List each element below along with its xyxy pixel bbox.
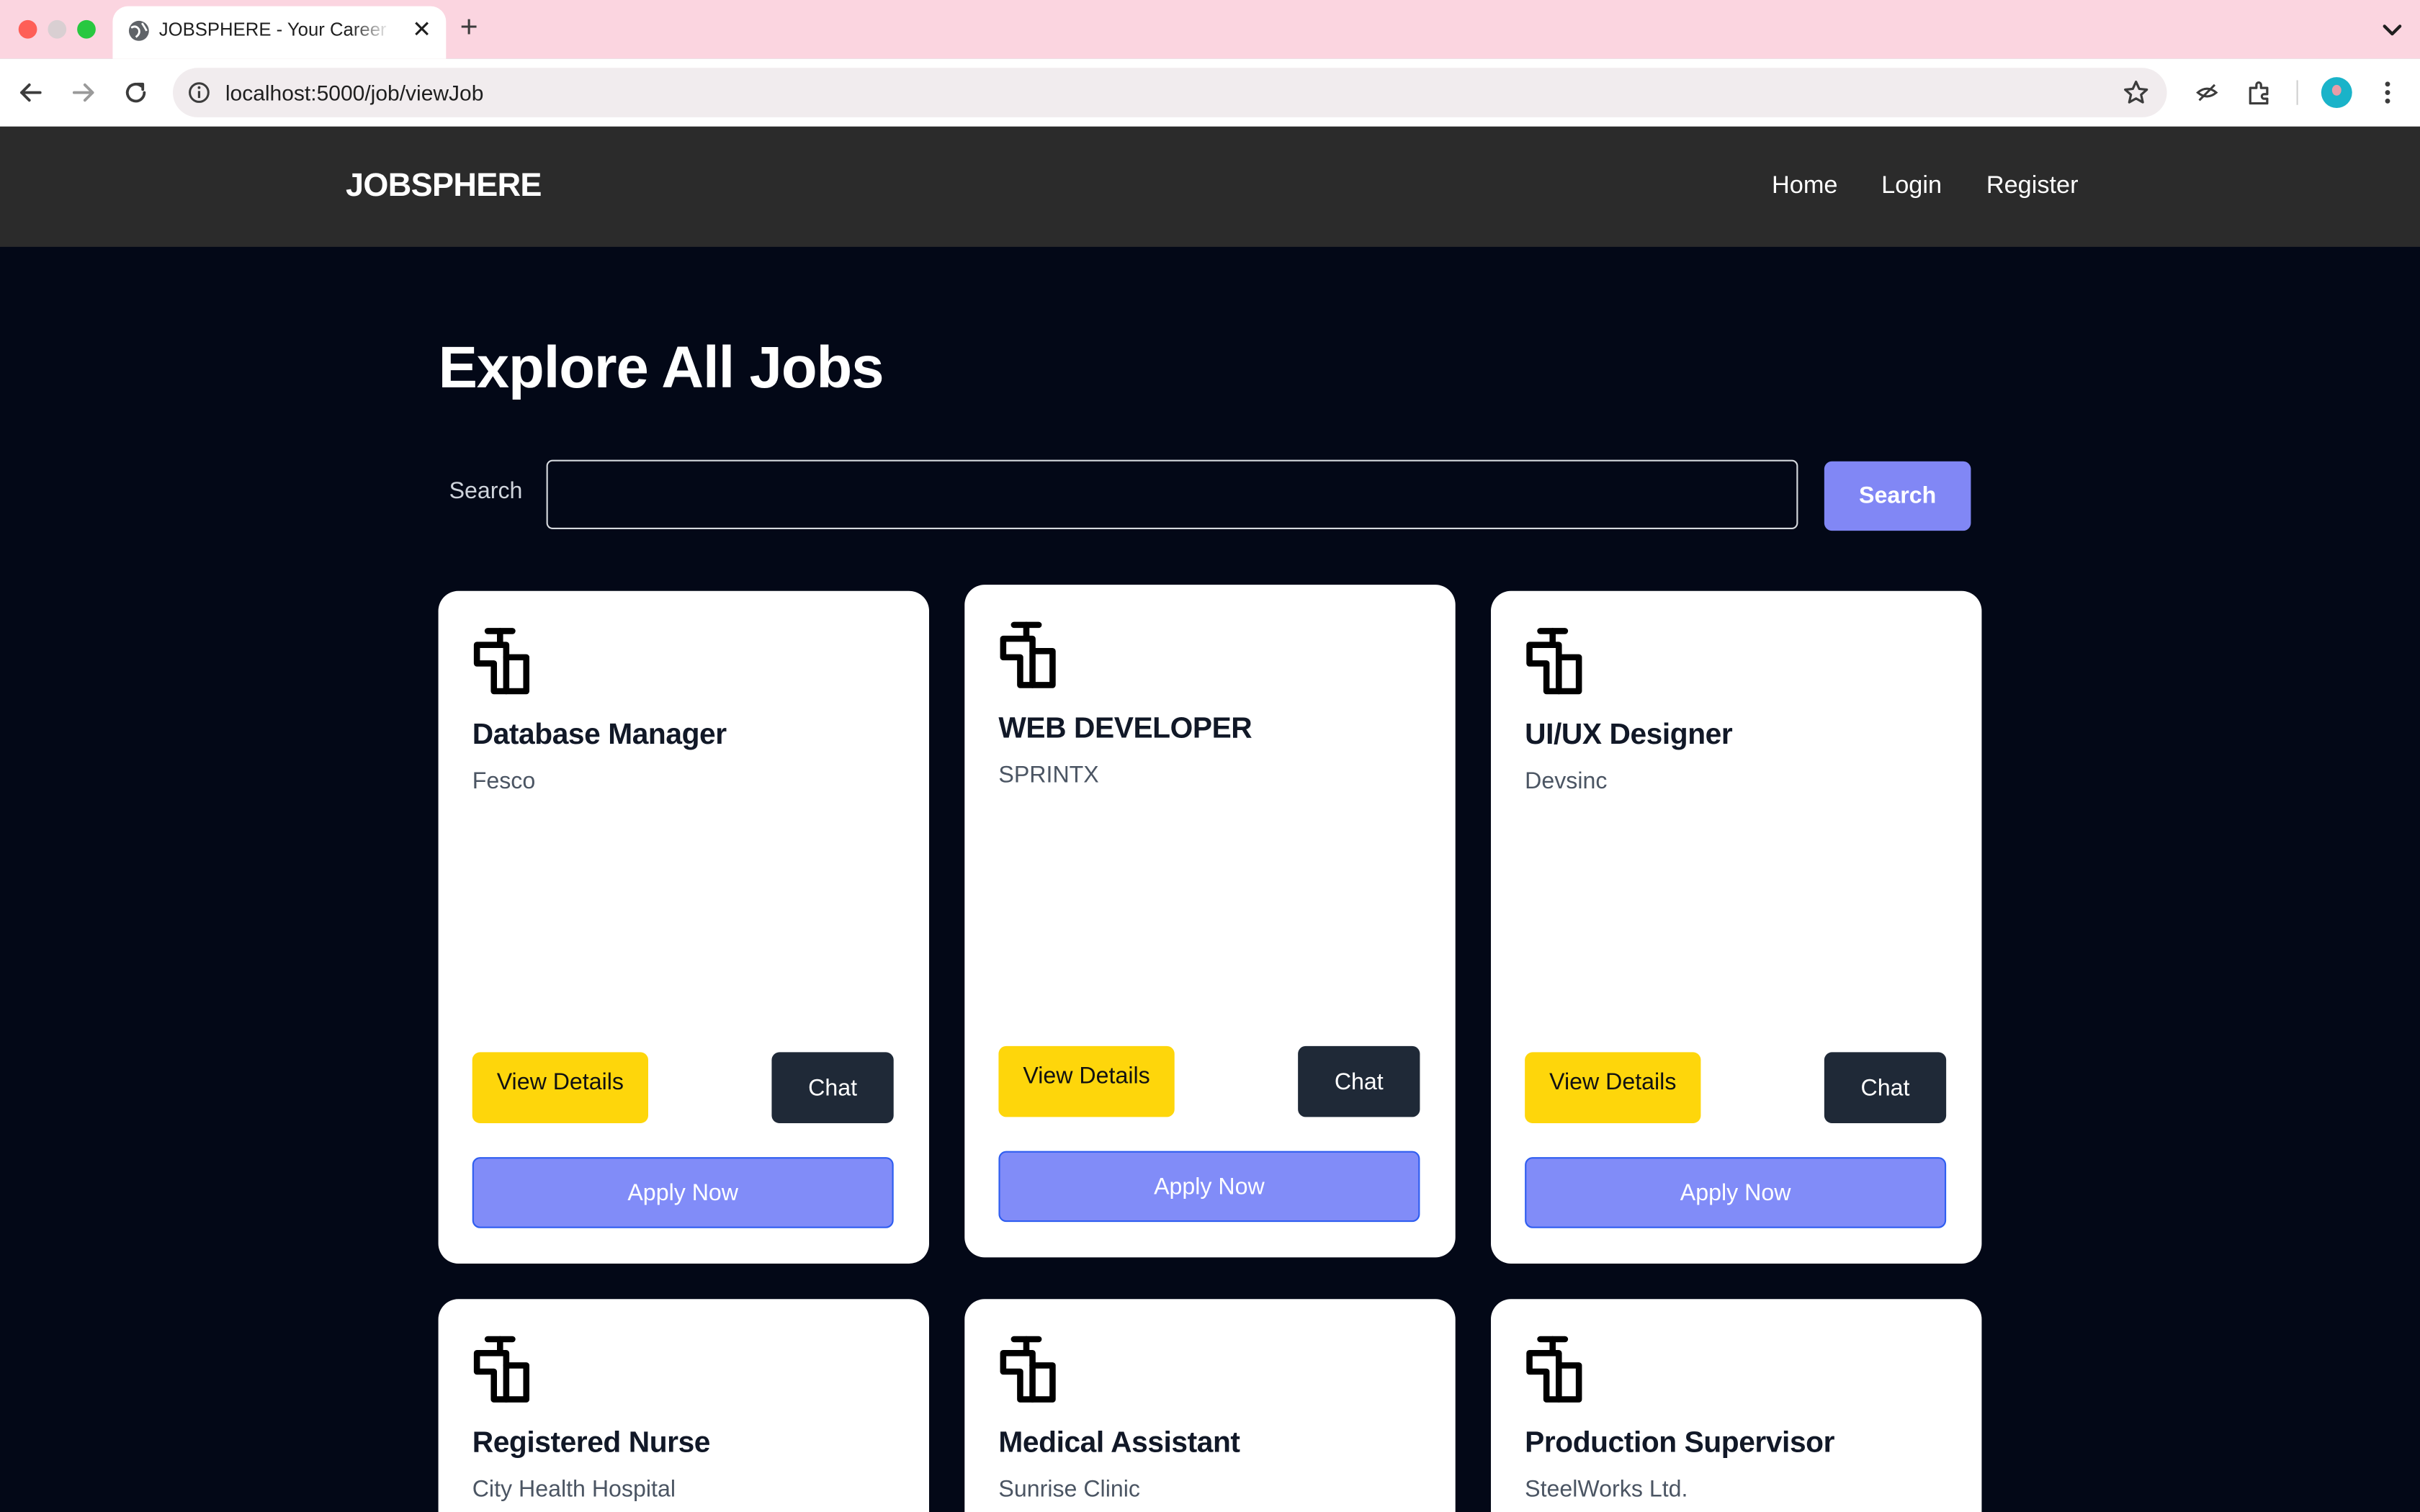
extensions-puzzle-icon[interactable] (2244, 77, 2275, 108)
briefcase-icon (472, 1335, 531, 1406)
page-title: Explore All Jobs (438, 336, 884, 402)
view-details-button[interactable]: View Details (998, 1045, 1175, 1117)
job-card: WEB DEVELOPER SPRINTX View Details Chat … (964, 585, 1456, 1258)
job-company: Devsinc (1525, 768, 1608, 795)
site-info-icon[interactable] (187, 80, 211, 104)
apply-now-button[interactable]: Apply Now (998, 1151, 1420, 1223)
browser-toolbar: localhost:5000/job/viewJob (0, 58, 2420, 128)
briefcase-icon (1525, 626, 1583, 698)
address-bar[interactable]: localhost:5000/job/viewJob (173, 68, 2167, 117)
view-details-button[interactable]: View Details (472, 1052, 648, 1123)
job-title: Database Manager (472, 719, 727, 752)
new-tab-button[interactable]: + (460, 11, 478, 45)
more-vertical-icon[interactable] (2372, 77, 2403, 108)
job-title: Medical Assistant (998, 1427, 1240, 1460)
site-logo[interactable]: JOBSPHERE (346, 168, 542, 205)
eye-slash-icon[interactable] (2192, 77, 2223, 108)
job-company: Fesco (472, 768, 536, 795)
globe-icon (128, 20, 149, 41)
job-title: Registered Nurse (472, 1427, 711, 1460)
tab-title: JOBSPHERE - Your Career Platform (159, 18, 391, 40)
site-navbar: JOBSPHERE Home Login Register (0, 126, 2420, 247)
screen: JOBSPHERE - Your Career Platform ✕ + loc… (0, 0, 2420, 1512)
job-title: Production Supervisor (1525, 1427, 1835, 1460)
back-arrow-icon[interactable] (15, 77, 46, 108)
job-title: WEB DEVELOPER (998, 712, 1252, 745)
job-company: Sunrise Clinic (998, 1476, 1140, 1503)
profile-avatar[interactable] (2321, 77, 2352, 108)
apply-now-button[interactable]: Apply Now (472, 1157, 894, 1228)
briefcase-icon (998, 1335, 1057, 1406)
apply-now-button[interactable]: Apply Now (1525, 1157, 1947, 1228)
chevron-down-icon[interactable] (2377, 14, 2408, 45)
briefcase-icon (998, 620, 1057, 691)
window-zoom-button[interactable] (77, 19, 96, 39)
nav-link-login[interactable]: Login (1881, 173, 1942, 201)
briefcase-icon (472, 626, 531, 698)
job-company: City Health Hospital (472, 1476, 676, 1503)
job-card: Production Supervisor SteelWorks Ltd. (1491, 1299, 1982, 1512)
nav-link-register[interactable]: Register (1986, 173, 2079, 201)
window-close-button[interactable] (18, 19, 37, 39)
toolbar-separator (2296, 80, 2298, 105)
job-card: Registered Nurse City Health Hospital (438, 1299, 929, 1512)
search-button[interactable]: Search (1824, 461, 1971, 531)
chat-button[interactable]: Chat (771, 1052, 894, 1123)
job-company: SPRINTX (998, 762, 1099, 788)
job-card: Database Manager Fesco View Details Chat… (438, 590, 929, 1264)
window-minimize-button[interactable] (48, 19, 67, 39)
job-card: UI/UX Designer Devsinc View Details Chat… (1491, 590, 1982, 1264)
chat-button[interactable]: Chat (1298, 1045, 1420, 1117)
job-title: UI/UX Designer (1525, 719, 1733, 752)
url-text: localhost:5000/job/viewJob (225, 80, 484, 105)
job-card: Medical Assistant Sunrise Clinic (964, 1299, 1456, 1512)
view-details-button[interactable]: View Details (1525, 1052, 1701, 1123)
browser-tab-strip: JOBSPHERE - Your Career Platform ✕ + (0, 0, 2420, 59)
search-input[interactable] (546, 459, 1798, 529)
search-label: Search (449, 478, 523, 505)
reload-icon[interactable] (120, 77, 151, 108)
browser-tab[interactable]: JOBSPHERE - Your Career Platform ✕ (112, 6, 447, 59)
bookmark-star-icon[interactable] (2120, 77, 2151, 108)
chat-button[interactable]: Chat (1824, 1052, 1947, 1123)
briefcase-icon (1525, 1335, 1583, 1406)
forward-arrow-icon[interactable] (68, 77, 99, 108)
job-company: SteelWorks Ltd. (1525, 1476, 1688, 1503)
nav-link-home[interactable]: Home (1772, 173, 1837, 201)
close-tab-icon[interactable]: ✕ (412, 17, 431, 45)
